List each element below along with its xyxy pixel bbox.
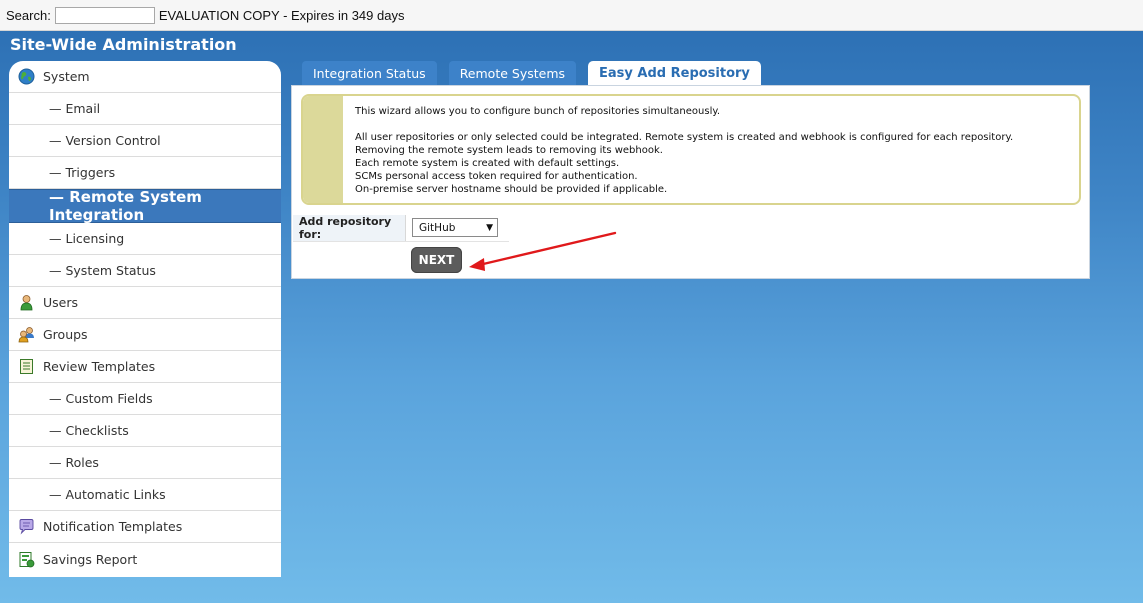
evaluation-notice: EVALUATION COPY - Expires in 349 days	[158, 7, 405, 23]
sidebar-item-checklists[interactable]: — Checklists	[9, 415, 281, 447]
tab-easy-add-repository[interactable]: Easy Add Repository	[588, 61, 761, 86]
sidebar-item-label: — Roles	[49, 455, 99, 470]
next-button[interactable]: NEXT	[411, 247, 462, 273]
sidebar-item-system-status[interactable]: — System Status	[9, 255, 281, 287]
info-line: On-premise server hostname should be pro…	[355, 184, 668, 195]
speech-bubble-icon	[19, 519, 34, 535]
info-box: This wizard allows you to configure bunc…	[301, 94, 1081, 205]
sidebar-item-label: — Checklists	[49, 423, 129, 438]
group-icon	[18, 327, 34, 343]
sidebar-item-label: — Custom Fields	[49, 391, 153, 406]
sidebar-item-triggers[interactable]: — Triggers	[9, 157, 281, 189]
sidebar-item-label: — Licensing	[49, 231, 125, 246]
sidebar-nav: System — Email — Version Control — Trigg…	[9, 61, 281, 577]
sidebar-item-remote-system-integration[interactable]: — Remote System Integration	[9, 188, 281, 224]
template-icon	[20, 359, 33, 374]
sidebar-item-notification-templates[interactable]: Notification Templates	[9, 511, 281, 543]
sidebar-item-label: — Remote System Integration	[49, 188, 202, 224]
report-icon	[19, 551, 35, 567]
sidebar-item-savings-report[interactable]: Savings Report	[9, 543, 281, 575]
tab-bar: Integration Status Remote Systems Easy A…	[302, 61, 773, 86]
sidebar-item-label: Review Templates	[43, 359, 156, 374]
sidebar-item-email[interactable]: — Email	[9, 93, 281, 125]
sidebar-item-label: Savings Report	[43, 551, 138, 567]
sidebar-item-version-control[interactable]: — Version Control	[9, 125, 281, 157]
tab-integration-status[interactable]: Integration Status	[302, 61, 437, 85]
sidebar-item-label: — Triggers	[49, 165, 116, 180]
info-line: SCMs personal access token required for …	[355, 171, 638, 182]
annotation-arrow-icon	[469, 231, 617, 271]
tab-remote-systems[interactable]: Remote Systems	[448, 61, 577, 85]
sidebar-item-label: — Automatic Links	[49, 487, 166, 502]
info-text: This wizard allows you to configure bunc…	[355, 105, 1070, 196]
search-input[interactable]	[54, 6, 155, 24]
globe-icon	[18, 68, 35, 85]
info-line: All user repositories or only selected c…	[355, 132, 1014, 143]
search-label: Search:	[6, 7, 51, 23]
sidebar-item-label: — Version Control	[49, 133, 161, 148]
sidebar-item-roles[interactable]: — Roles	[9, 447, 281, 479]
sidebar-item-label: System	[43, 69, 90, 84]
sidebar-item-automatic-links[interactable]: — Automatic Links	[9, 479, 281, 511]
select-value: GitHub	[419, 221, 456, 234]
sidebar-item-custom-fields[interactable]: — Custom Fields	[9, 383, 281, 415]
sidebar-item-label: Notification Templates	[43, 519, 183, 534]
sidebar-item-label: Users	[43, 295, 79, 310]
info-line: Removing the remote system leads to remo…	[355, 145, 663, 156]
info-line: This wizard allows you to configure bunc…	[355, 106, 721, 117]
page-title: Site-Wide Administration	[10, 35, 237, 54]
add-repository-label: Add repository for:	[293, 214, 406, 241]
sidebar-item-review-templates[interactable]: Review Templates	[9, 351, 281, 383]
sidebar-item-system[interactable]: System	[9, 61, 281, 93]
sidebar-item-groups[interactable]: Groups	[9, 319, 281, 351]
top-search-bar: Search: EVALUATION COPY - Expires in 349…	[0, 0, 1143, 31]
info-stripe	[303, 96, 343, 203]
user-icon	[20, 295, 33, 311]
wizard-panel: This wizard allows you to configure bunc…	[291, 85, 1090, 279]
sidebar-item-label: — System Status	[49, 263, 156, 278]
sidebar-item-users[interactable]: Users	[9, 287, 281, 319]
info-line: Each remote system is created with defau…	[355, 158, 620, 169]
sidebar-item-licensing[interactable]: — Licensing	[9, 223, 281, 255]
sidebar-item-label: — Email	[49, 101, 101, 116]
sidebar-item-label: Groups	[43, 327, 88, 342]
